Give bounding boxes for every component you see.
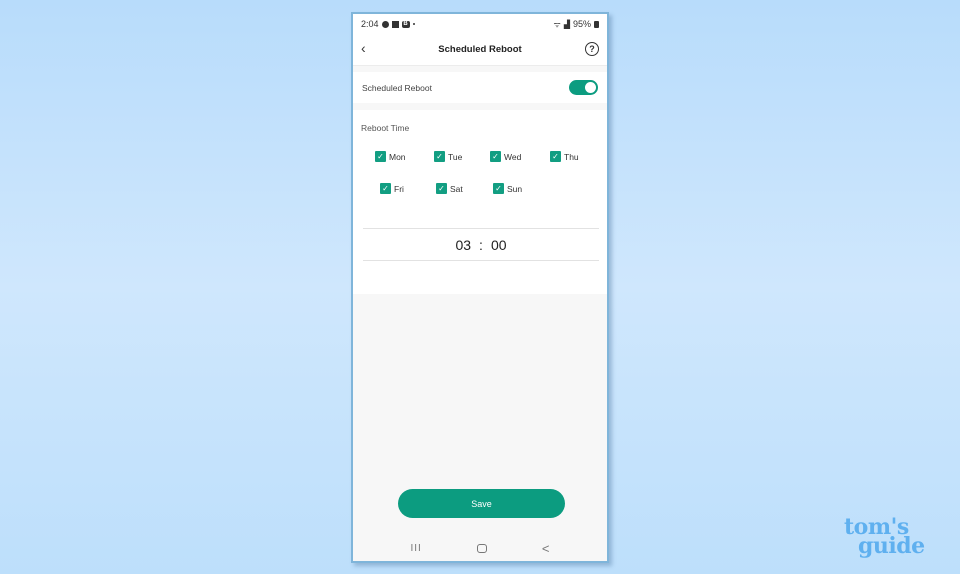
android-nav-bar: III < xyxy=(353,534,607,561)
day-checkbox-wed[interactable]: ✓ Wed xyxy=(490,151,521,162)
battery-icon xyxy=(594,20,599,28)
day-label: Sat xyxy=(450,183,463,194)
scheduled-reboot-toggle[interactable] xyxy=(569,80,598,95)
more-notifications-dot-icon xyxy=(412,23,415,25)
save-button[interactable]: Save xyxy=(398,489,565,518)
checkbox-checked-icon: ✓ xyxy=(380,183,391,194)
day-label: Sun xyxy=(507,183,523,194)
reboot-time-label: Reboot Time xyxy=(361,123,410,133)
day-label: Tue xyxy=(448,151,463,162)
scheduled-reboot-label: Scheduled Reboot xyxy=(362,82,432,93)
phone-screen: 2:04 B ᯤ ▟ 95% ‹ Scheduled Reboot ? Sche… xyxy=(351,12,609,563)
hour-value[interactable]: 03 xyxy=(455,237,471,253)
day-checkbox-tue[interactable]: ✓ Tue xyxy=(434,151,462,162)
checkbox-checked-icon: ✓ xyxy=(490,151,501,162)
status-bar: 2:04 B ᯤ ▟ 95% xyxy=(353,14,607,34)
day-label: Mon xyxy=(389,151,406,162)
day-label: Thu xyxy=(564,151,579,162)
b-app-icon: B xyxy=(401,20,410,28)
app-header: ‹ Scheduled Reboot ? xyxy=(353,34,607,66)
recent-apps-icon[interactable]: III xyxy=(411,543,422,554)
checkbox-checked-icon: ✓ xyxy=(436,183,447,194)
back-chevron-icon[interactable]: ‹ xyxy=(361,40,366,56)
page-title: Scheduled Reboot xyxy=(438,44,522,55)
help-icon[interactable]: ? xyxy=(585,42,599,56)
time-separator: : xyxy=(479,236,483,253)
battery-percent: 95% xyxy=(572,19,591,29)
wifi-icon: ᯤ xyxy=(553,19,561,29)
status-time: 2:04 xyxy=(361,19,379,29)
notification-icon xyxy=(381,20,389,28)
checkbox-checked-icon: ✓ xyxy=(550,151,561,162)
day-checkbox-mon[interactable]: ✓ Mon xyxy=(375,151,406,162)
signal-icon: ▟ xyxy=(563,19,570,29)
nav-back-icon[interactable]: < xyxy=(542,541,550,556)
day-label: Fri xyxy=(394,183,404,194)
minute-value[interactable]: 00 xyxy=(491,237,507,253)
day-label: Wed xyxy=(504,151,522,162)
home-icon[interactable] xyxy=(476,544,487,553)
checkbox-checked-icon: ✓ xyxy=(434,151,445,162)
toms-guide-watermark: tom's guide xyxy=(844,516,925,557)
checkbox-checked-icon: ✓ xyxy=(493,183,504,194)
day-checkbox-sat[interactable]: ✓ Sat xyxy=(436,183,463,194)
scheduled-reboot-row: Scheduled Reboot xyxy=(353,72,607,103)
day-checkbox-thu[interactable]: ✓ Thu xyxy=(550,151,579,162)
reboot-time-card: Reboot Time ✓ Mon ✓ Tue ✓ Wed ✓ Thu ✓ Fr… xyxy=(353,110,607,294)
time-picker[interactable]: 03 : 00 xyxy=(363,228,599,261)
day-checkbox-fri[interactable]: ✓ Fri xyxy=(380,183,404,194)
toggle-knob xyxy=(585,82,596,93)
day-checkbox-sun[interactable]: ✓ Sun xyxy=(493,183,522,194)
sim-icon xyxy=(391,20,399,28)
checkbox-checked-icon: ✓ xyxy=(375,151,386,162)
